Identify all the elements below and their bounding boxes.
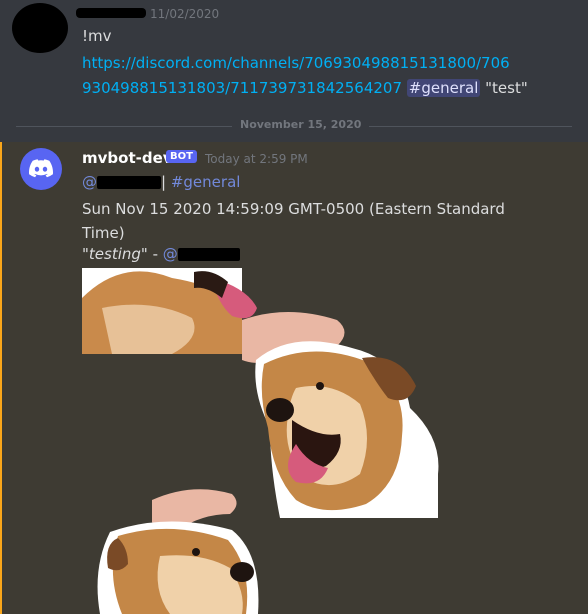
redacted-username <box>97 176 161 189</box>
message-link-block: https://discord.com/channels/70693049881… <box>82 51 542 101</box>
avatar[interactable] <box>12 3 68 53</box>
dog-frame-bottom <box>97 489 259 614</box>
dog-gif-image[interactable] <box>82 268 442 614</box>
user-mention[interactable]: @ <box>163 245 240 263</box>
quote-line: "testing" - @ <box>82 245 240 263</box>
channel-mention[interactable]: #general <box>171 173 241 191</box>
user-mention[interactable]: @ <box>82 173 161 191</box>
separator: | <box>161 173 167 191</box>
redacted-username[interactable] <box>76 8 146 18</box>
dog-frame-middle <box>242 312 439 518</box>
quote-text: "testing" <box>82 245 148 263</box>
quoted-text: "test" <box>485 79 528 97</box>
message-link[interactable]: https://discord.com/channels/70693049881… <box>82 51 542 76</box>
message-1: 11/02/2020 !mv https://discord.com/chann… <box>0 0 588 108</box>
quote-dash: - <box>147 245 163 263</box>
message-text: !mv <box>82 27 112 45</box>
message-timestamp: Today at 2:59 PM <box>205 152 308 166</box>
message-2: mvbot-dev BOT Today at 2:59 PM @ | #gener… <box>0 142 588 614</box>
dog-frame-top <box>82 268 257 354</box>
mention-line: @ | #general <box>82 173 240 191</box>
bot-tag-badge: BOT <box>166 150 197 163</box>
mention-highlight-bar <box>0 142 2 614</box>
date-divider-label: November 15, 2020 <box>232 118 370 131</box>
message-datetime-text: Sun Nov 15 2020 14:59:09 GMT-0500 (Easte… <box>82 200 505 242</box>
discord-logo-icon <box>29 159 53 178</box>
redacted-username <box>177 248 240 261</box>
bot-avatar[interactable] <box>20 148 62 190</box>
channel-mention[interactable]: #general <box>406 79 481 97</box>
message-timestamp: 11/02/2020 <box>150 7 220 21</box>
message-link-continued[interactable]: 930498815131803/711739731842564207 <box>82 79 402 97</box>
bot-username[interactable]: mvbot-dev <box>82 149 173 167</box>
